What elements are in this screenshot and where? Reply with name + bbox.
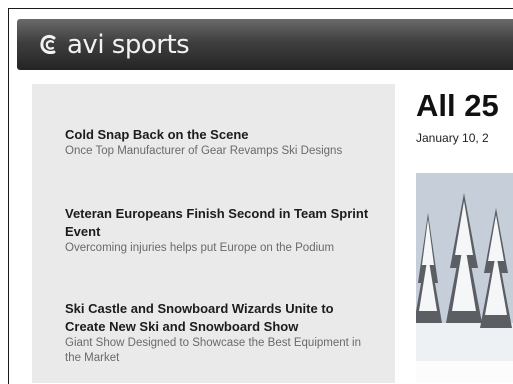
brand-name: avi sports — [67, 29, 190, 60]
news-item[interactable]: Cold Snap Back on the Scene Once Top Man… — [65, 126, 375, 159]
article-title: All 25 — [416, 88, 499, 123]
news-item-title[interactable]: Cold Snap Back on the Scene — [65, 126, 375, 144]
news-sidebar: Cold Snap Back on the Scene Once Top Man… — [32, 84, 395, 383]
news-item-description: Overcoming injuries helps put Europe on … — [65, 242, 335, 254]
site-logo[interactable]: avi sports — [39, 29, 190, 60]
site-header: avi sports — [17, 19, 513, 70]
news-item-description: Giant Show Designed to Showcase the Best… — [65, 337, 361, 364]
snowy-trees-illustration — [416, 173, 513, 383]
snowy-forest-photo — [416, 173, 513, 383]
swirl-c-logo-icon — [40, 34, 56, 54]
article-date: January 10, 2 — [416, 131, 489, 145]
news-item-title[interactable]: Ski Castle and Snowboard Wizards Unite t… — [65, 300, 375, 336]
news-item-title[interactable]: Veteran Europeans Finish Second in Team … — [65, 205, 375, 241]
news-item-description: Once Top Manufacturer of Gear Revamps Sk… — [65, 145, 343, 157]
news-item[interactable]: Ski Castle and Snowboard Wizards Unite t… — [65, 300, 375, 366]
news-item[interactable]: Veteran Europeans Finish Second in Team … — [65, 205, 375, 256]
